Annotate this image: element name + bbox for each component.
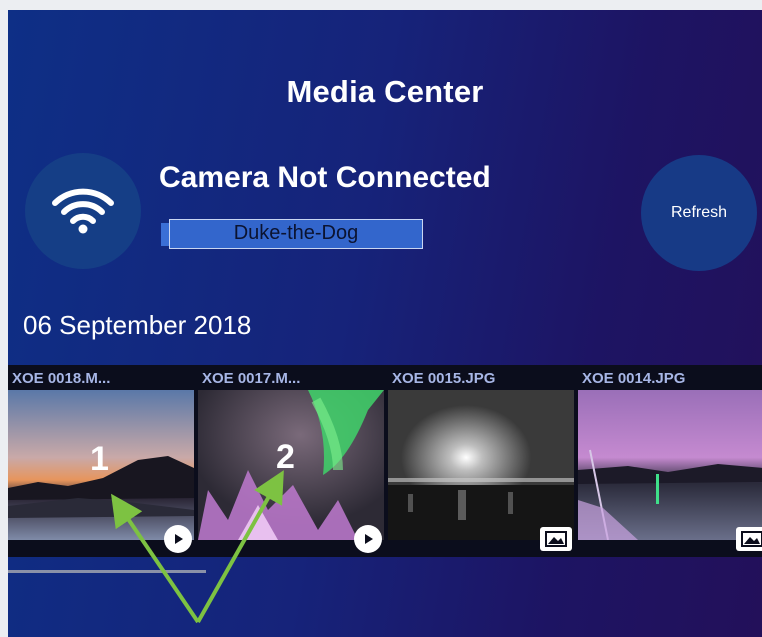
- play-icon: [354, 525, 382, 553]
- play-icon: [164, 525, 192, 553]
- media-item-label: XOE 0018.M...: [12, 370, 111, 387]
- media-item[interactable]: XOE 0014.JPG: [578, 365, 762, 557]
- gallery-date-heading: 06 September 2018: [23, 310, 252, 340]
- media-item-label: XOE 0014.JPG: [582, 370, 686, 387]
- connection-status-title: Camera Not Connected: [159, 161, 491, 194]
- refresh-button[interactable]: Refresh: [641, 155, 757, 271]
- camera-name-label: Duke-the-Dog: [169, 219, 423, 249]
- wifi-icon: [52, 188, 114, 234]
- media-thumbnail-image: [578, 390, 762, 540]
- media-thumbnail-image: [388, 390, 574, 540]
- page-title: Media Center: [286, 74, 484, 109]
- media-thumbnail-strip[interactable]: XOE 0018.M... XOE 0017.M... XOE 0015.JPG…: [8, 365, 762, 557]
- image-icon: [540, 527, 572, 551]
- image-icon: [736, 527, 762, 551]
- media-item[interactable]: XOE 0015.JPG: [388, 365, 576, 557]
- media-item-label: XOE 0017.M...: [202, 370, 301, 387]
- selection-indicator: [8, 570, 206, 573]
- media-center-screen: Media Center Camera Not Connected Duke-t…: [8, 10, 762, 637]
- connection-status-button[interactable]: [25, 153, 141, 269]
- media-item-label: XOE 0015.JPG: [392, 370, 496, 387]
- annotation-marker-1: 1: [90, 440, 109, 478]
- annotation-marker-2: 2: [276, 438, 295, 476]
